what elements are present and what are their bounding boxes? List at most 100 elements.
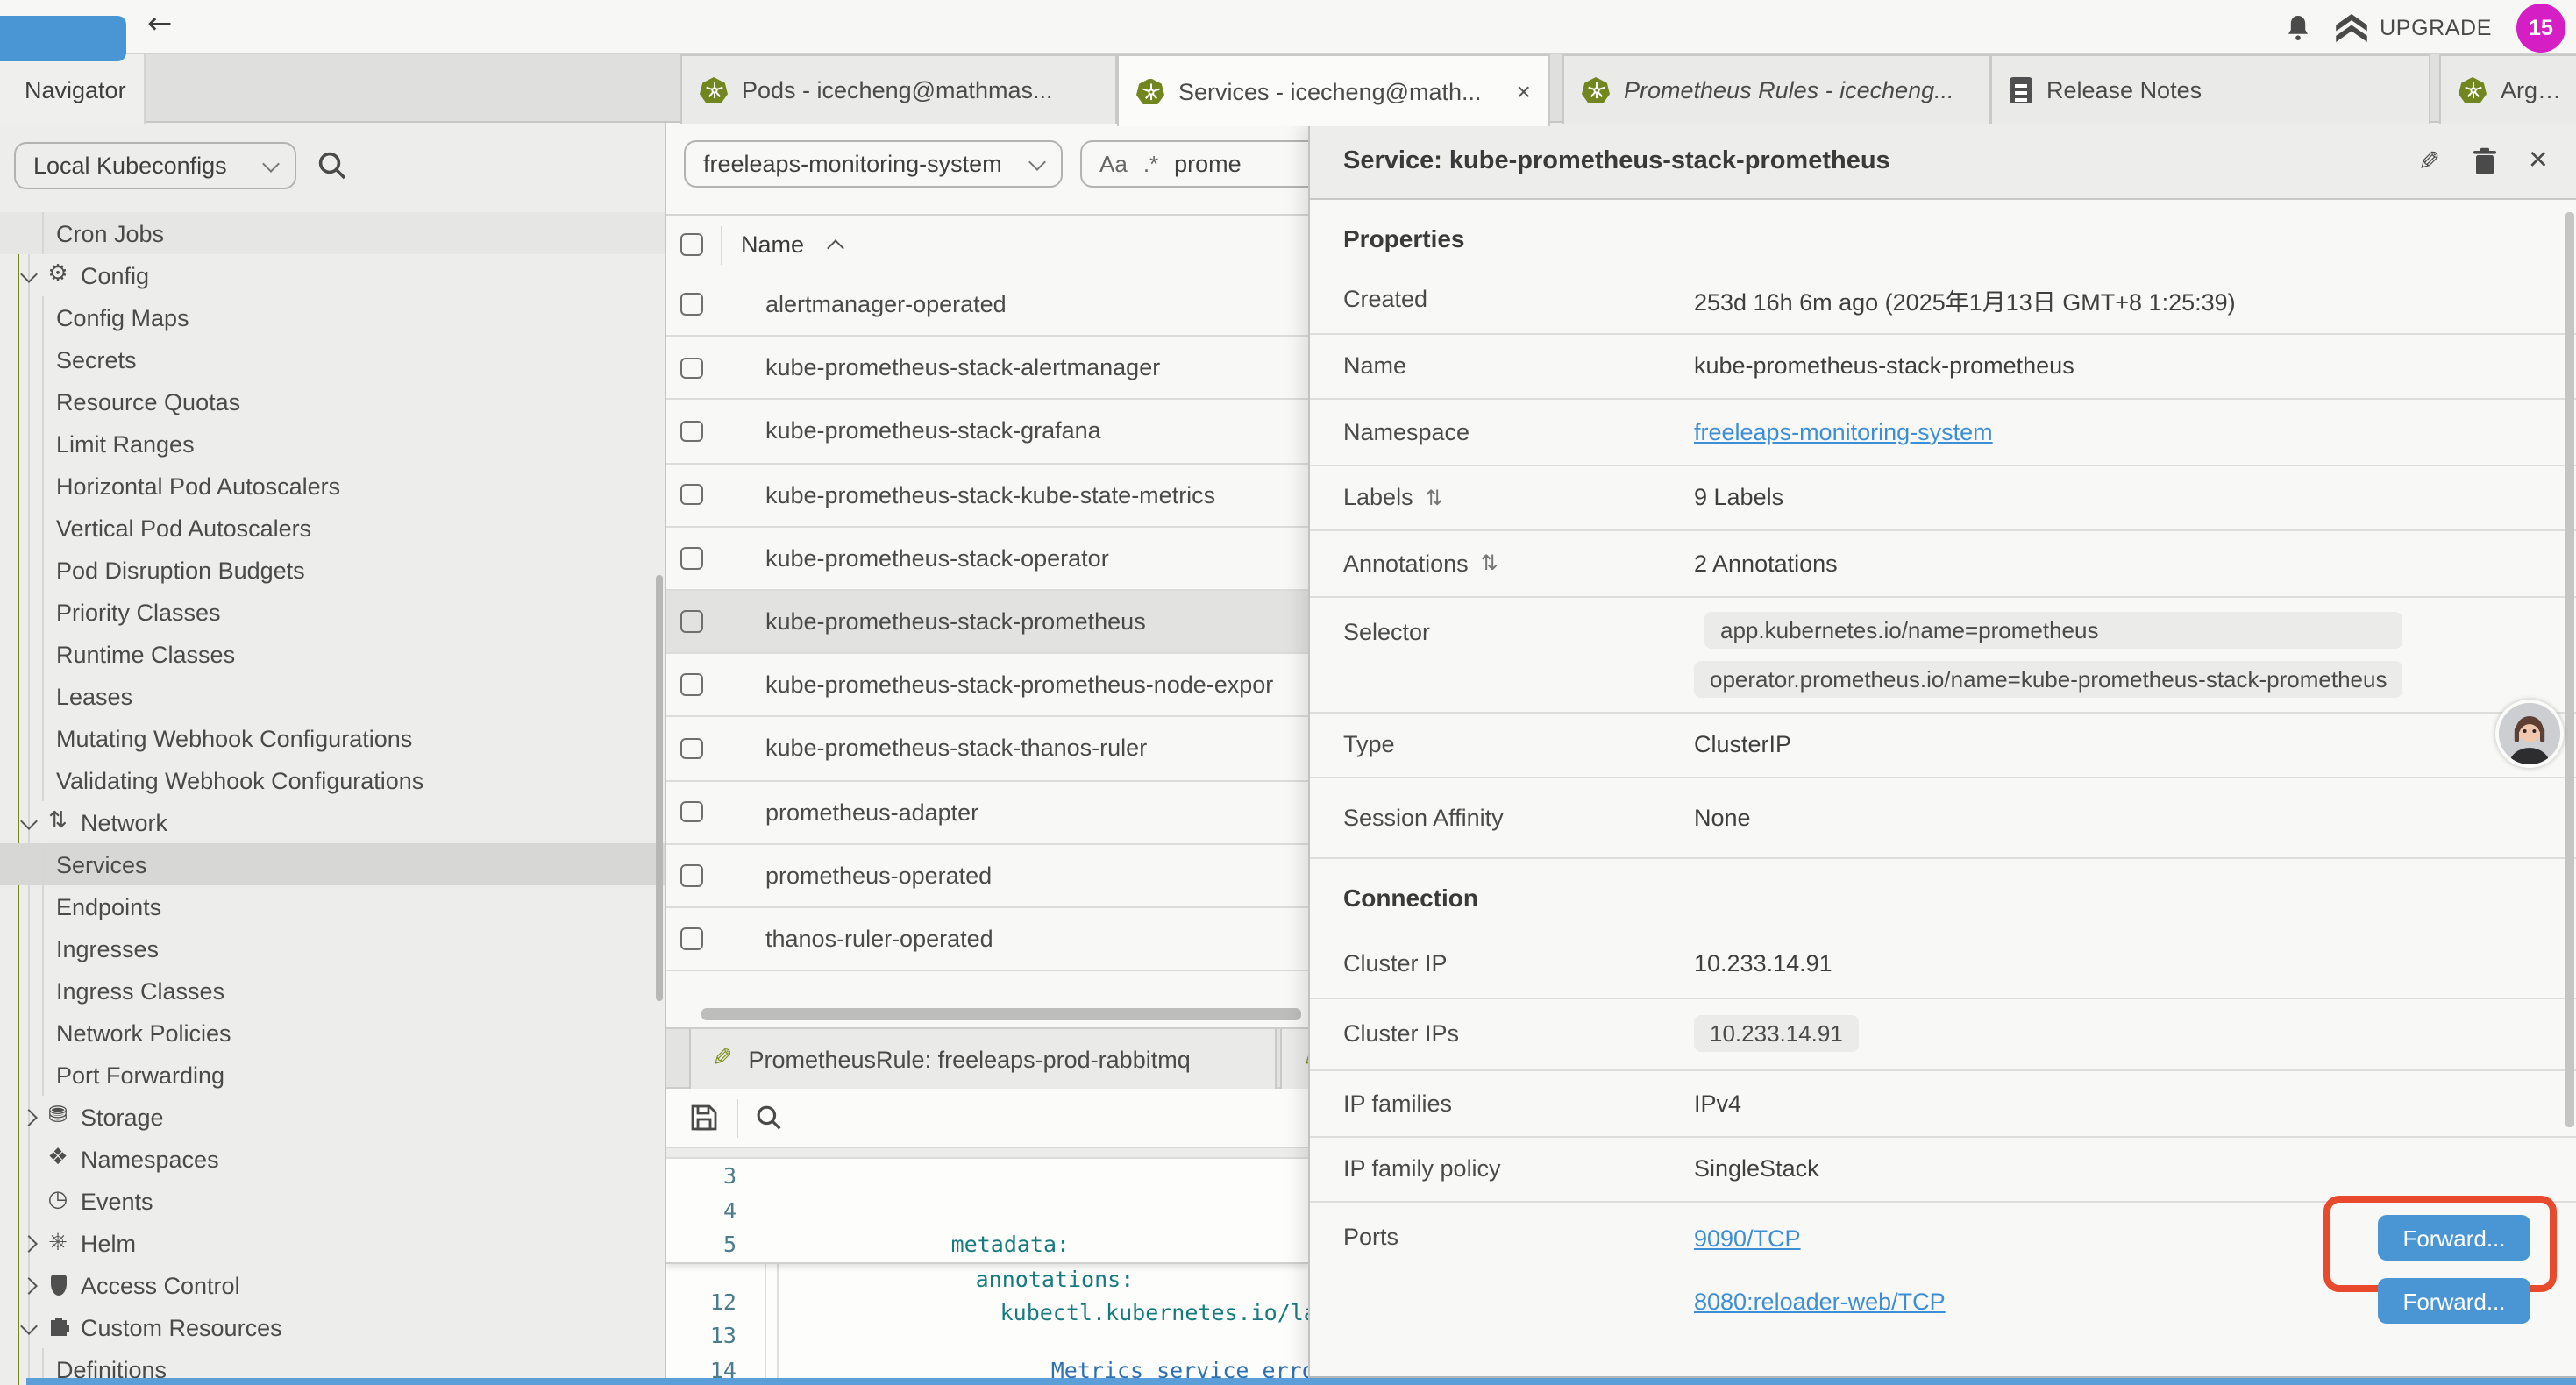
sidebar-scrollbar[interactable] (656, 575, 663, 1001)
app-tab[interactable]: Release Notes (1990, 54, 2430, 124)
app-tab[interactable]: Pods - icecheng@mathmas... (680, 54, 1117, 124)
sidebar-item[interactable]: Network Policies (0, 1012, 665, 1054)
table-search-box[interactable]: Aa .* (1080, 140, 1308, 188)
sidebar-item[interactable]: Config (0, 254, 665, 296)
table-row[interactable]: prometheus-operated (666, 844, 1308, 907)
row-checkbox[interactable] (680, 294, 702, 316)
notification-count-badge[interactable]: 15 (2516, 3, 2565, 52)
expand-sort-icon[interactable]: ⇅ (1481, 551, 1498, 576)
tree-chevron-icon[interactable] (20, 266, 38, 283)
expand-sort-icon[interactable]: ⇅ (1426, 486, 1443, 510)
upgrade-button[interactable]: UPGRADE (2336, 13, 2492, 41)
sidebar-item[interactable]: Priority Classes (0, 591, 665, 633)
editor-search-icon[interactable] (756, 1104, 782, 1131)
close-drawer-icon[interactable]: × (2529, 144, 2548, 177)
editor-tab[interactable]: ✎ PrometheusRule: freeleaps-prod-rabbitm… (689, 1029, 1277, 1089)
save-icon[interactable] (691, 1104, 717, 1131)
sidebar-item[interactable]: Horizontal Pod Autoscalers (0, 465, 665, 507)
sidebar-search-icon[interactable] (317, 151, 347, 181)
match-case-toggle[interactable]: Aa (1099, 151, 1128, 177)
app-tab[interactable]: Prometheus Rules - icecheng... (1562, 54, 1990, 124)
labels-count[interactable]: 9 Labels (1694, 485, 1783, 511)
sidebar-item[interactable]: Services (0, 843, 665, 885)
row-checkbox[interactable] (680, 611, 702, 633)
drawer-scrollbar[interactable] (2565, 212, 2574, 1127)
sidebar-item[interactable]: Helm (0, 1222, 665, 1264)
edit-icon[interactable]: ✎ (2419, 145, 2441, 176)
sidebar-item[interactable]: Access Control (0, 1264, 665, 1306)
sidebar-item-label: Access Control (70, 1272, 240, 1298)
table-row[interactable]: kube-prometheus-stack-prometheus (666, 591, 1308, 654)
table-row[interactable]: kube-prometheus-stack-grafana (666, 401, 1308, 464)
close-tab-icon[interactable]: × (1517, 79, 1531, 103)
kubeconfig-source-dropdown[interactable]: Local Kubeconfigs (14, 142, 296, 189)
sidebar-item[interactable]: Mutating Webhook Configurations (0, 717, 665, 759)
search-input[interactable] (1174, 151, 1279, 177)
namespace-filter-dropdown[interactable]: freeleaps-monitoring-system (684, 140, 1063, 188)
annotations-count[interactable]: 2 Annotations (1694, 550, 1838, 577)
yaml-editor[interactable]: 3 metadata: 4 annotations: 5 kubec (666, 1148, 1308, 1378)
sidebar-item[interactable]: Network (0, 801, 665, 843)
tab-navigator[interactable]: Navigator (0, 54, 146, 124)
row-checkbox[interactable] (680, 484, 702, 506)
table-row[interactable]: kube-prometheus-stack-alertmanager (666, 337, 1308, 400)
row-checkbox[interactable] (680, 737, 702, 759)
sidebar-item[interactable]: Custom Resources (0, 1306, 665, 1348)
app-tab[interactable]: Argo Se (2439, 54, 2576, 124)
sidebar-item[interactable]: Events (0, 1180, 665, 1222)
sidebar-item[interactable]: Secrets (0, 338, 665, 380)
row-checkbox[interactable] (680, 801, 702, 823)
tree-chevron-icon[interactable] (20, 1109, 38, 1126)
table-row[interactable]: alertmanager-operated (666, 273, 1308, 337)
port-link[interactable]: 8080:reloader-web/TCP (1694, 1288, 1946, 1314)
titlebar: ← → UPGRADE 15 (0, 0, 2576, 54)
sidebar-item[interactable]: Leases (0, 675, 665, 717)
select-all-checkbox[interactable] (680, 234, 702, 256)
sidebar-item[interactable]: Validating Webhook Configurations (0, 759, 665, 801)
row-checkbox[interactable] (680, 927, 702, 949)
tree-chevron-icon[interactable] (20, 813, 38, 830)
horizontal-scrollbar[interactable] (701, 1008, 1301, 1020)
sidebar-item[interactable]: Port Forwarding (0, 1054, 665, 1096)
sidebar-item[interactable]: Runtime Classes (0, 633, 665, 675)
sidebar-item[interactable]: Pod Disruption Budgets (0, 549, 665, 591)
regex-toggle[interactable]: .* (1143, 151, 1158, 177)
table-row[interactable]: thanos-ruler-operated (666, 908, 1308, 971)
row-checkbox[interactable] (680, 674, 702, 696)
table-row[interactable]: kube-prometheus-stack-thanos-ruler (666, 718, 1308, 781)
name-column-header[interactable]: Name (741, 231, 804, 258)
editor-tab-partial[interactable]: ✎ (1280, 1029, 1308, 1089)
notifications-bell-icon[interactable] (2285, 13, 2311, 41)
row-checkbox[interactable] (680, 864, 702, 886)
assistant-avatar[interactable] (2495, 700, 2564, 768)
tree-chevron-icon[interactable] (20, 1318, 38, 1335)
row-checkbox[interactable] (680, 420, 702, 442)
tree-chevron-icon[interactable] (20, 1277, 38, 1295)
forward-button[interactable]: Forward... (2378, 1215, 2530, 1261)
table-row[interactable]: kube-prometheus-stack-kube-state-metrics (666, 464, 1308, 527)
back-button[interactable]: ← (147, 7, 173, 42)
sidebar-item[interactable]: Storage (0, 1096, 665, 1138)
sidebar-item[interactable]: Ingresses (0, 927, 665, 970)
app-tab[interactable]: Services - icecheng@math... × (1117, 54, 1550, 126)
sidebar-item[interactable]: Resource Quotas (0, 380, 665, 423)
sidebar-item[interactable]: Namespaces (0, 1138, 665, 1180)
delete-icon[interactable] (2473, 146, 2497, 174)
sidebar-item[interactable]: Cron Jobs (0, 212, 665, 254)
sidebar-item[interactable]: Config Maps (0, 296, 665, 338)
sidebar-item[interactable]: Endpoints (0, 885, 665, 927)
namespace-link[interactable]: freeleaps-monitoring-system (1694, 419, 1993, 445)
sidebar-item[interactable]: Limit Ranges (0, 423, 665, 465)
forward-button[interactable]: Forward... (2378, 1278, 2530, 1324)
table-row[interactable]: kube-prometheus-stack-operator (666, 528, 1308, 591)
tree-chevron-icon[interactable] (20, 1235, 38, 1253)
row-checkbox[interactable] (680, 547, 702, 569)
row-checkbox[interactable] (680, 357, 702, 379)
port-link[interactable]: 9090/TCP (1694, 1225, 1801, 1251)
table-row[interactable]: prometheus-adapter (666, 781, 1308, 844)
forward-button[interactable]: → (0, 16, 127, 61)
sidebar-item[interactable]: Vertical Pod Autoscalers (0, 507, 665, 549)
sidebar-item[interactable]: Ingress Classes (0, 970, 665, 1012)
property-row-name: Name kube-prometheus-stack-prometheus (1310, 332, 2576, 398)
table-row[interactable]: kube-prometheus-stack-prometheus-node-ex… (666, 654, 1308, 717)
